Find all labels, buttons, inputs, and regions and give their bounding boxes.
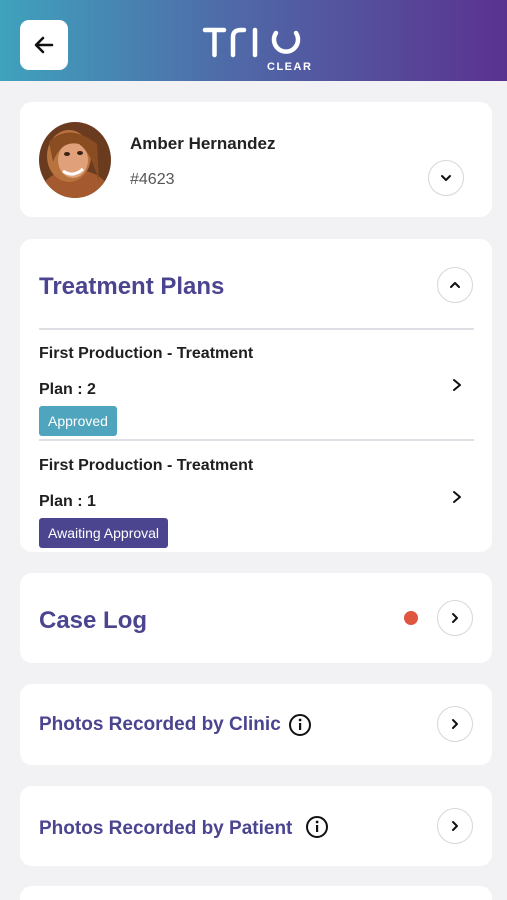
info-icon[interactable] xyxy=(288,713,312,737)
photos-patient-card[interactable]: Photos Recorded by Patient xyxy=(20,786,492,866)
open-photos-clinic-button[interactable] xyxy=(437,706,473,742)
app-header: CLEAR xyxy=(0,0,507,81)
chevron-up-icon xyxy=(450,282,460,288)
plan-title: First Production - Treatment xyxy=(39,457,254,474)
divider xyxy=(39,328,474,330)
treatment-plans-card: Treatment Plans First Production - Treat… xyxy=(20,239,492,552)
divider xyxy=(39,439,474,441)
back-button[interactable] xyxy=(20,20,68,70)
patient-name: Amber Hernandez xyxy=(130,134,276,153)
patient-id: #4623 xyxy=(130,171,175,188)
chevron-right-icon xyxy=(453,379,461,391)
collapse-treatment-plans-button[interactable] xyxy=(437,267,473,303)
patient-card[interactable]: Amber Hernandez #4623 xyxy=(20,102,492,217)
open-case-log-button[interactable] xyxy=(437,600,473,636)
arrow-left-icon xyxy=(34,36,54,54)
photos-clinic-card[interactable]: Photos Recorded by Clinic xyxy=(20,684,492,765)
plan-title: First Production - Treatment xyxy=(39,345,254,362)
info-icon[interactable] xyxy=(305,815,329,839)
notification-dot xyxy=(404,611,418,625)
open-photos-patient-button[interactable] xyxy=(437,808,473,844)
section-title-photos-clinic: Photos Recorded by Clinic xyxy=(39,714,281,735)
status-badge: Awaiting Approval xyxy=(39,518,169,548)
section-title-case-log: Case Log xyxy=(39,607,148,634)
logo-subtitle: CLEAR xyxy=(267,61,313,73)
chevron-right-icon xyxy=(453,491,461,503)
avatar xyxy=(39,122,111,198)
case-log-card[interactable]: Case Log xyxy=(20,573,492,663)
section-title-treatment-plans: Treatment Plans xyxy=(39,273,225,300)
chevron-right-icon xyxy=(452,821,458,831)
chevron-down-icon xyxy=(441,175,451,181)
plan-number: Plan : 1 xyxy=(39,493,96,510)
chevron-right-icon xyxy=(452,613,458,623)
section-title-photos-patient: Photos Recorded by Patient xyxy=(39,818,293,839)
expand-patient-button[interactable] xyxy=(428,160,464,196)
next-card xyxy=(20,886,492,900)
plan-number: Plan : 2 xyxy=(39,381,96,398)
chevron-right-icon xyxy=(452,719,458,729)
status-badge: Approved xyxy=(39,406,117,436)
